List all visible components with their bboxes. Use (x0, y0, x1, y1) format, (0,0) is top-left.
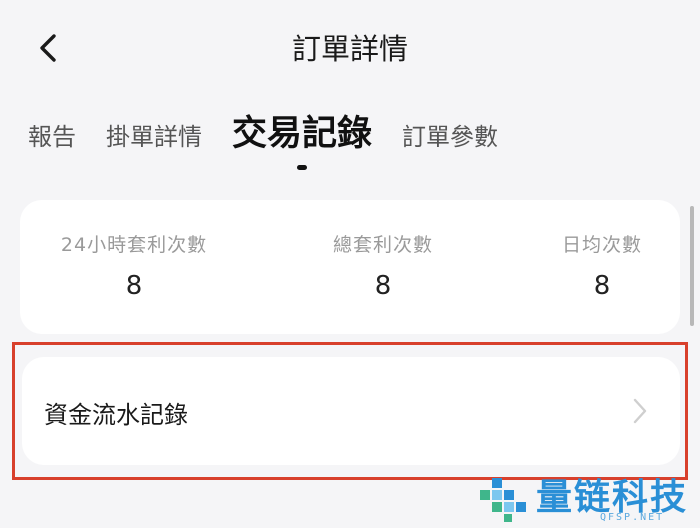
stat-24h-arbitrage: 24小時套利次數 8 (54, 230, 214, 301)
stat-value: 8 (125, 271, 143, 301)
watermark-logo-icon (480, 478, 526, 522)
stat-daily-average: 日均次數 8 (554, 230, 650, 301)
page-title: 訂單詳情 (291, 32, 408, 66)
fund-flow-record-label: 資金流水記錄 (44, 401, 188, 429)
tab-order-parameters[interactable]: 訂單參數 (402, 117, 498, 164)
stat-value: 8 (374, 271, 392, 301)
chevron-right-icon (633, 398, 647, 424)
tab-pending-order-details[interactable]: 掛單詳情 (106, 117, 202, 164)
watermark: 量链科技 QFSP.NET (476, 466, 700, 528)
stat-total-arbitrage: 總套利次數 8 (320, 230, 446, 301)
stats-card: 24小時套利次數 8 總套利次數 8 日均次數 8 (20, 200, 680, 334)
tab-bar: 報告 掛單詳情 交易記錄 訂單參數 (28, 104, 528, 170)
stat-value: 8 (593, 271, 611, 301)
stat-label: 24小時套利次數 (60, 234, 208, 256)
stat-label: 日均次數 (561, 234, 642, 256)
fund-flow-record-row[interactable]: 資金流水記錄 (22, 357, 680, 465)
tab-report[interactable]: 報告 (28, 117, 76, 164)
tab-trade-history[interactable]: 交易記錄 (232, 105, 373, 170)
stat-label: 總套利次數 (332, 234, 433, 256)
watermark-subtext: QFSP.NET (600, 512, 665, 523)
scrollbar[interactable] (690, 206, 694, 326)
header: 訂單詳情 (0, 0, 700, 96)
active-tab-indicator (297, 165, 307, 170)
tab-trade-history-label: 交易記錄 (232, 114, 373, 154)
